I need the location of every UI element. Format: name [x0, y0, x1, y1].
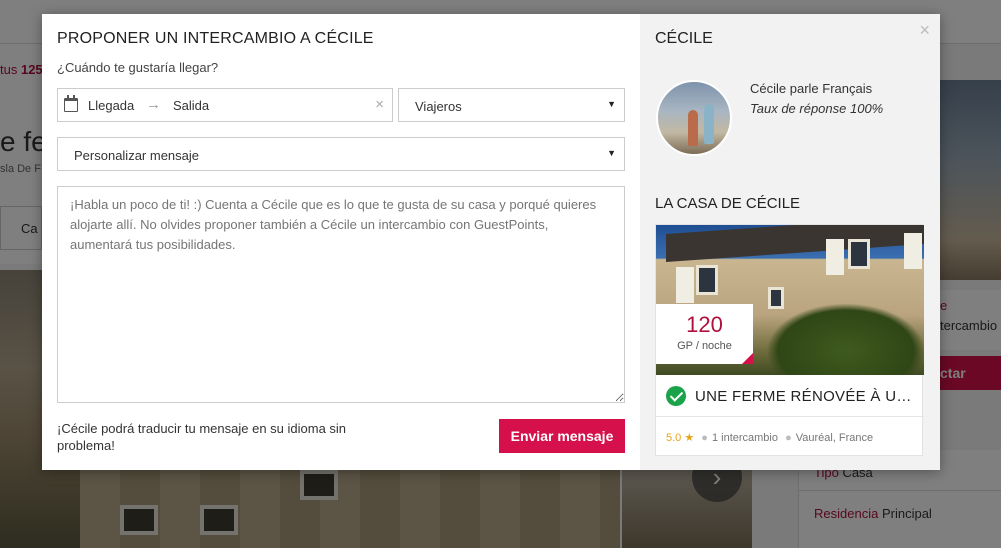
listing-title[interactable]: UNE FERME RÉNOVÉE À UNE ...	[695, 388, 917, 405]
price-unit: GP / noche	[677, 340, 732, 352]
house-heading: LA CASA DE CÉCILE	[655, 195, 801, 212]
caret-down-icon: ▼	[607, 99, 616, 109]
listing-photo-shutter	[904, 233, 922, 269]
listing-photo-window	[848, 239, 870, 269]
host-response-rate: Taux de réponse 100%	[750, 101, 884, 116]
checkout-date[interactable]: Salida	[173, 98, 209, 113]
host-avatar	[656, 80, 732, 156]
host-language: Cécile parle Français	[750, 81, 873, 96]
listing-photo-roof	[666, 225, 924, 263]
listing-photo-window	[696, 265, 718, 295]
checkin-date[interactable]: Llegada	[88, 98, 134, 113]
host-name: CÉCILE	[655, 30, 713, 47]
listing-rating: 5.0	[666, 432, 682, 444]
listing-photo-tree	[766, 303, 924, 375]
modal-title: PROPONER UN INTERCAMBIO A CÉCILE	[57, 30, 374, 47]
listing-exchanges: 1 intercambio	[711, 432, 778, 444]
listing-photo-shutter	[826, 239, 844, 275]
separator-dot: ●	[701, 432, 708, 444]
clear-dates-icon[interactable]: ×	[375, 96, 384, 113]
price-tag: 120 GP / noche	[656, 304, 753, 364]
listing-meta: 5.0 ★ ● 1 intercambio ● Vauréal, France	[666, 431, 873, 444]
listing-title-row[interactable]: UNE FERME RÉNOVÉE À UNE ...	[656, 375, 924, 417]
listing-location: Vauréal, France	[795, 432, 874, 444]
travelers-select[interactable]: Viajeros ▼	[398, 88, 625, 122]
calendar-icon	[64, 95, 78, 112]
avatar-figure	[688, 110, 698, 146]
message-template-select[interactable]: Personalizar mensaje ▼	[57, 137, 625, 171]
listing-photo-shutter	[676, 267, 694, 303]
separator-dot: ●	[785, 432, 792, 444]
price-tag-corner	[742, 353, 753, 364]
caret-down-icon: ▼	[607, 148, 616, 158]
verified-check-icon	[666, 386, 686, 406]
translate-note: ¡Cécile podrá traducir tu mensaje en su …	[57, 421, 347, 453]
proposal-form: PROPONER UN INTERCAMBIO A CÉCILE ¿Cuándo…	[42, 14, 640, 470]
avatar-figure	[704, 104, 714, 144]
close-icon[interactable]: ×	[919, 20, 930, 41]
send-message-button[interactable]: Enviar mensaje	[499, 419, 625, 453]
message-template-value: Personalizar mensaje	[74, 148, 200, 163]
message-textarea[interactable]	[57, 186, 625, 403]
exchange-proposal-modal: PROPONER UN INTERCAMBIO A CÉCILE ¿Cuándo…	[42, 14, 940, 470]
date-range-picker[interactable]: Llegada → Salida ×	[57, 88, 393, 122]
star-icon: ★	[684, 432, 695, 444]
listing-card[interactable]: 120 GP / noche UNE FERME RÉNOVÉE À UNE .…	[655, 224, 924, 456]
listing-photo[interactable]: 120 GP / noche	[656, 225, 924, 375]
host-panel: × CÉCILE Cécile parle Français Taux de r…	[640, 14, 940, 470]
travelers-select-value: Viajeros	[415, 99, 462, 114]
arrow-right-icon: →	[146, 96, 161, 113]
price-value: 120	[686, 312, 723, 337]
arrival-question: ¿Cuándo te gustaría llegar?	[57, 60, 219, 75]
